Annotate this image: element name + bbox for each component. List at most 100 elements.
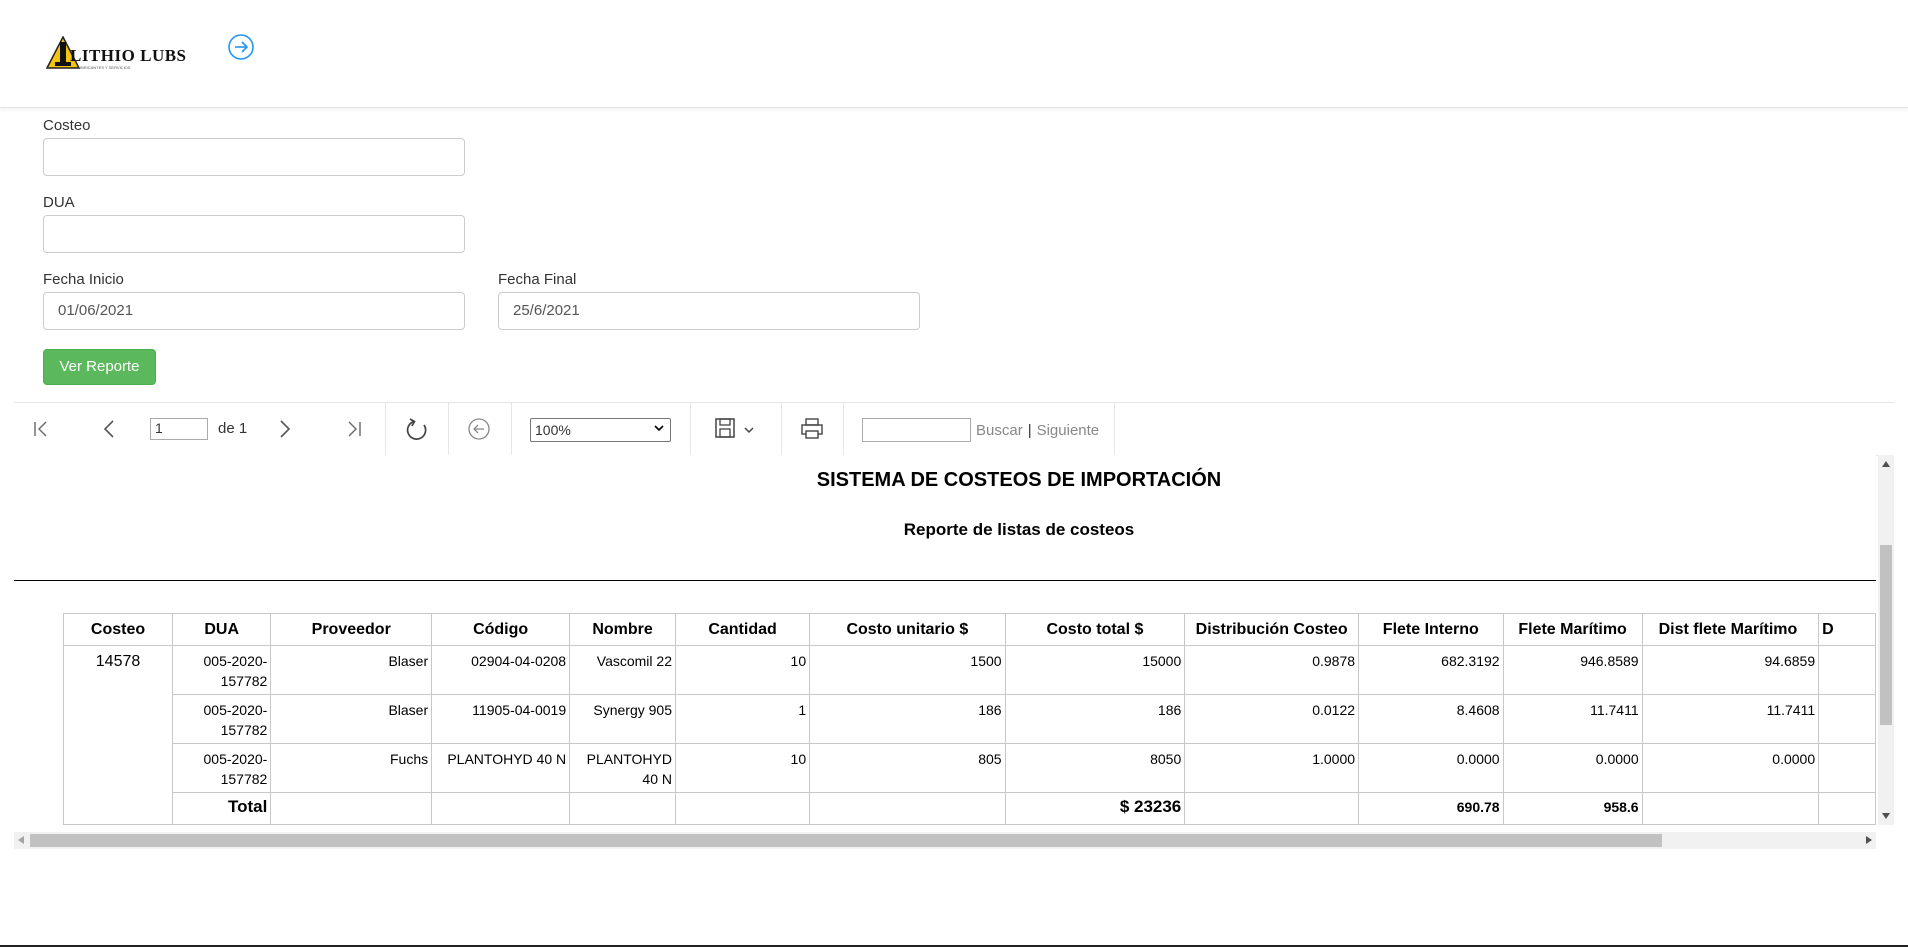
report-vertical-scrollbar[interactable] (1878, 455, 1894, 825)
first-page-button[interactable] (30, 417, 54, 441)
cantidad-cell: 1 (674, 694, 811, 744)
overflow-cell (1818, 645, 1876, 695)
refresh-button[interactable] (404, 417, 428, 441)
previous-page-button[interactable] (98, 417, 122, 441)
nombre-line: PLANTOHYD (586, 751, 672, 767)
toolbar-divider (385, 403, 386, 455)
costo-unitario-cell: 1500 (809, 645, 1006, 695)
dua-label: DUA (43, 194, 75, 211)
fecha-final-input[interactable]: 25/6/2021 (498, 292, 920, 330)
cantidad-cell: 10 (674, 645, 811, 695)
total-empty-cell (270, 792, 433, 825)
costeo-table: Costeo DUA Proveedor Código Nombre Canti… (62, 613, 1876, 825)
find-text-input[interactable] (862, 418, 971, 442)
report-toolbar: 1 de 1 100% Buscar | Siguiente (14, 402, 1894, 456)
sidebar-toggle-button[interactable] (227, 33, 255, 61)
scroll-down-arrow-icon[interactable] (1882, 813, 1890, 819)
export-button[interactable] (714, 417, 762, 441)
find-links: Buscar | Siguiente (976, 422, 1099, 439)
toolbar-divider (843, 403, 844, 455)
toolbar-divider (781, 403, 782, 455)
total-empty-cell (674, 792, 811, 825)
find-separator: | (1027, 422, 1032, 439)
chevron-down-icon (654, 425, 664, 432)
dua-input[interactable] (43, 215, 465, 253)
costo-total-cell: 8050 (1004, 743, 1186, 793)
scroll-right-arrow-icon[interactable] (1866, 836, 1872, 844)
column-header: Costeo (62, 613, 174, 646)
total-empty-cell (1184, 792, 1360, 825)
zoom-value: 100% (535, 422, 571, 438)
arrow-right-circle-icon (228, 34, 254, 60)
column-header: Costo unitario $ (809, 613, 1006, 646)
print-button[interactable] (800, 417, 824, 441)
costeo-label: Costeo (43, 117, 91, 134)
column-header: Distribución Costeo (1184, 613, 1360, 646)
column-header: Flete Marítimo (1502, 613, 1643, 646)
column-header: D (1818, 613, 1876, 646)
overflow-cell (1818, 743, 1876, 793)
codigo-cell: 11905-04-0019 (431, 694, 571, 744)
report-horizontal-scrollbar[interactable] (14, 832, 1876, 849)
horizontal-scroll-thumb[interactable] (30, 834, 1662, 847)
column-header: Costo total $ (1004, 613, 1186, 646)
distribucion-cell: 0.9878 (1184, 645, 1360, 695)
chevron-right-icon (280, 420, 291, 438)
dist-flete-maritimo-cell: 11.7411 (1641, 694, 1820, 744)
fecha-inicio-input[interactable]: 01/06/2021 (43, 292, 465, 330)
scroll-up-arrow-icon[interactable] (1882, 461, 1890, 467)
nombre-cell: Vascomil 22 (569, 645, 676, 695)
dua-cell: 005-2020- 157782 (172, 645, 272, 695)
flete-interno-cell: 0.0000 (1358, 743, 1504, 793)
dist-flete-maritimo-cell: 0.0000 (1641, 743, 1820, 793)
fecha-inicio-label: Fecha Inicio (43, 271, 124, 288)
toolbar-divider (690, 403, 691, 455)
proveedor-cell: Fuchs (270, 743, 433, 793)
vertical-scroll-thumb[interactable] (1880, 545, 1892, 725)
app-header: LITHIO LUBS LUBRICANTES Y SERVICIOS (0, 0, 1908, 108)
codigo-cell: PLANTOHYD 40 N (431, 743, 571, 793)
report-viewport[interactable]: SISTEMA DE COSTEOS DE IMPORTACIÓN Report… (14, 455, 1876, 825)
printer-icon (801, 418, 823, 439)
total-flete-interno: 690.78 (1358, 792, 1504, 825)
lithio-lubs-logo[interactable]: LITHIO LUBS LUBRICANTES Y SERVICIOS (46, 36, 186, 72)
distribucion-cell: 0.0122 (1184, 694, 1360, 744)
column-header: DUA (172, 613, 272, 646)
page-number-input[interactable]: 1 (150, 418, 208, 440)
ver-reporte-button[interactable]: Ver Reporte (43, 349, 156, 385)
proveedor-cell: Blaser (270, 694, 433, 744)
costo-unitario-cell: 186 (809, 694, 1006, 744)
dua-line: 157782 (220, 673, 268, 689)
logo-text: LITHIO LUBS (70, 46, 187, 65)
dua-line: 157782 (220, 771, 268, 787)
overflow-cell (1818, 694, 1876, 744)
table-row: 005-2020- 157782 Fuchs PLANTOHYD 40 N PLA… (64, 743, 1876, 793)
last-page-button[interactable] (341, 417, 365, 441)
total-empty-cell (431, 792, 571, 825)
logo-tagline: LUBRICANTES Y SERVICIOS (76, 65, 131, 70)
flete-maritimo-cell: 0.0000 (1502, 743, 1643, 793)
dua-cell: 005-2020- 157782 (172, 694, 272, 744)
toolbar-divider (448, 403, 449, 455)
costeo-input[interactable] (43, 138, 465, 176)
column-header: Proveedor (270, 613, 433, 646)
dua-line: 157782 (220, 722, 268, 738)
dua-line: 005-2020- (203, 751, 268, 767)
toolbar-divider (511, 403, 512, 455)
total-flete-maritimo: 958.6 (1502, 792, 1643, 825)
buscar-link[interactable]: Buscar (976, 422, 1023, 439)
column-header: Flete Interno (1358, 613, 1504, 646)
table-row: 005-2020- 157782 Blaser 11905-04-0019 Syn… (64, 694, 1876, 744)
back-to-parent-button[interactable] (467, 417, 491, 441)
zoom-select[interactable]: 100% (530, 418, 671, 442)
toolbar-divider (1114, 403, 1115, 455)
report-subtitle: Reporte de listas de costeos (903, 520, 1135, 539)
next-page-button[interactable] (272, 417, 296, 441)
scroll-left-arrow-icon[interactable] (18, 836, 24, 844)
column-header: Nombre (569, 613, 676, 646)
siguiente-link[interactable]: Siguiente (1037, 422, 1100, 439)
save-icon (715, 418, 754, 438)
total-costo-total: $ 23236 (1004, 792, 1186, 825)
first-page-icon (34, 421, 47, 437)
total-empty-cell (1818, 792, 1876, 825)
